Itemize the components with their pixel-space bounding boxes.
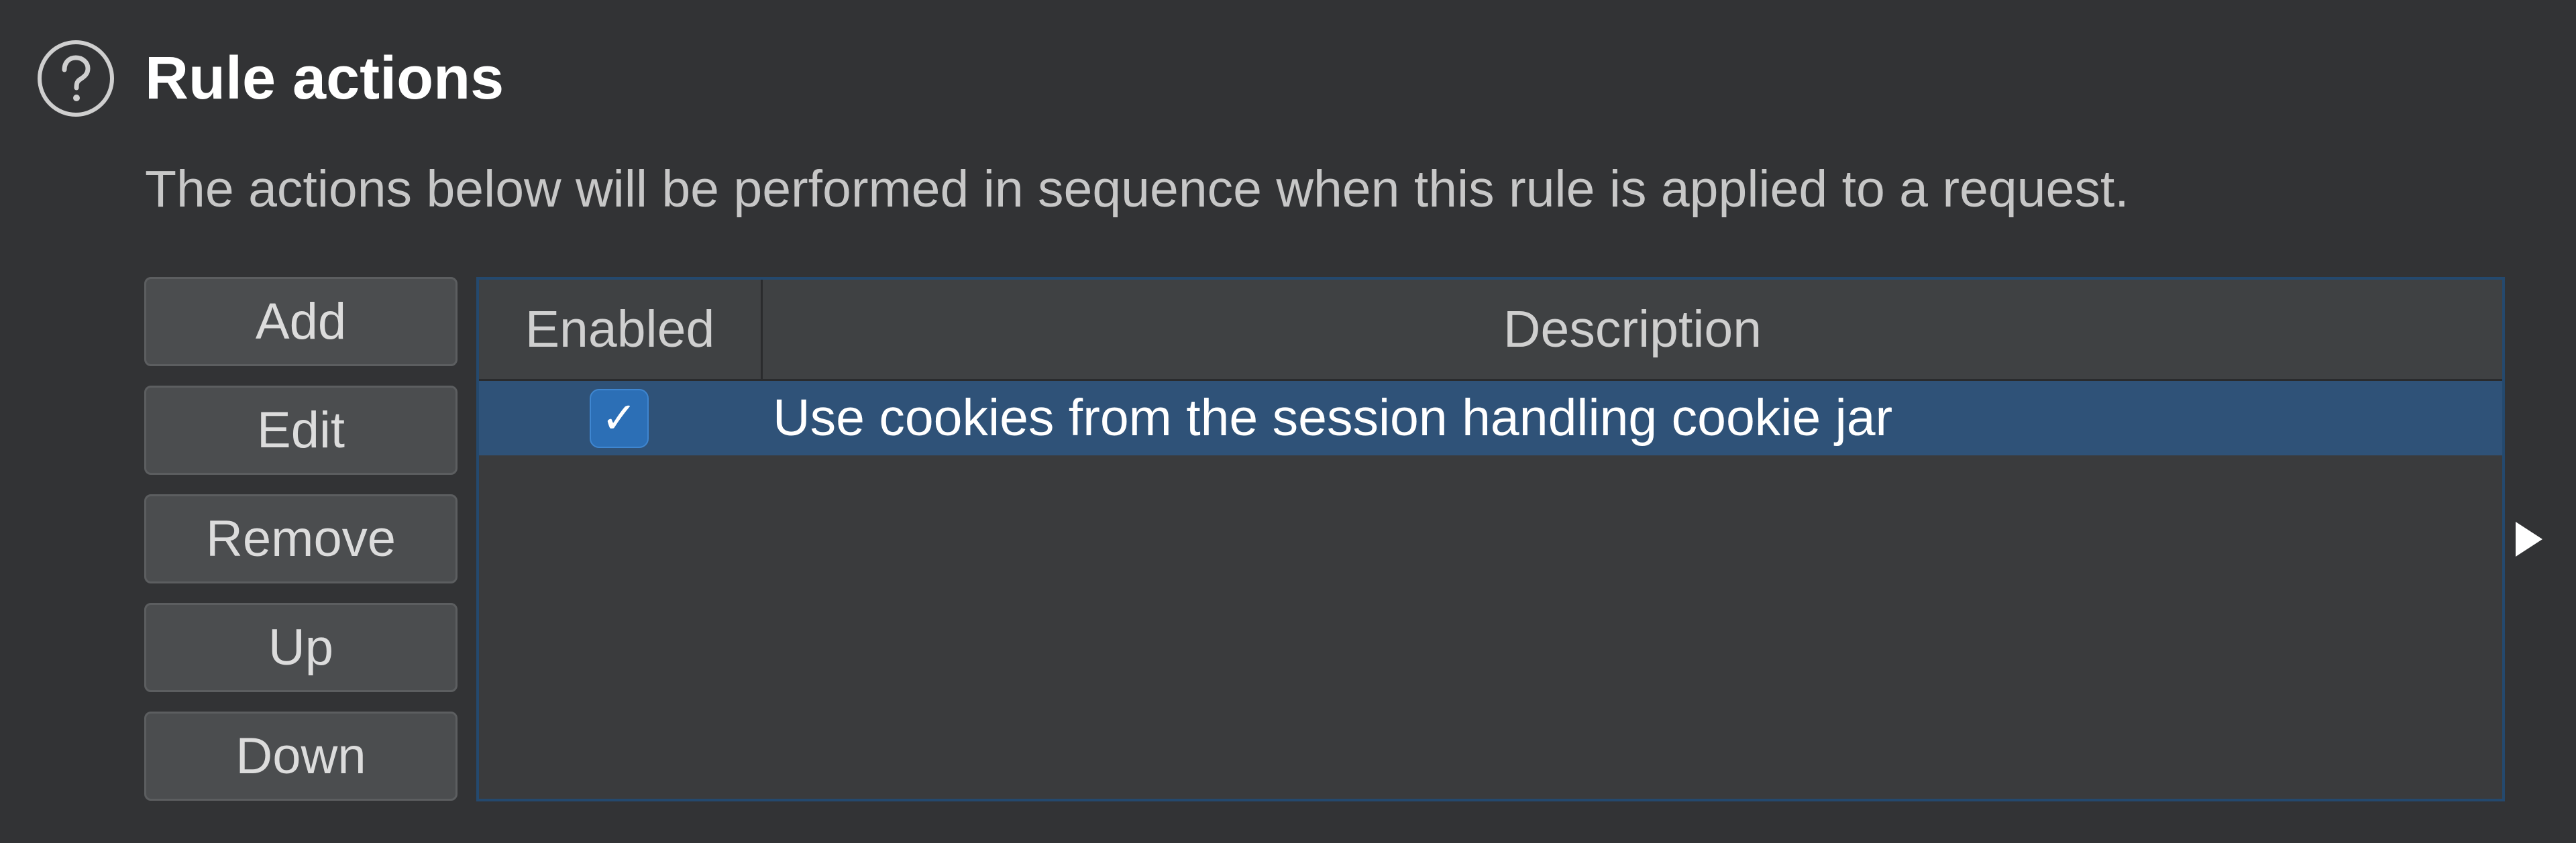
table-header: Enabled Description [479,280,2502,381]
triangle-right-icon[interactable] [2516,522,2542,557]
up-button[interactable]: Up [144,603,458,692]
table-row[interactable]: ✓ Use cookies from the session handling … [479,381,2502,455]
section-title: Rule actions [145,45,504,112]
edit-button[interactable]: Edit [144,386,458,475]
row-description: Use cookies from the session handling co… [773,389,1893,447]
column-header-enabled[interactable]: Enabled [479,280,763,379]
rule-actions-panel: Rule actions The actions below will be p… [0,0,2576,843]
help-icon[interactable] [36,39,115,118]
actions-table[interactable]: Enabled Description ✓ Use cookies from t… [476,277,2505,801]
enabled-checkbox[interactable]: ✓ [590,389,649,448]
down-button[interactable]: Down [144,712,458,801]
add-button[interactable]: Add [144,277,458,366]
remove-button[interactable]: Remove [144,494,458,583]
column-header-description[interactable]: Description [763,280,2502,379]
section-description: The actions below will be performed in s… [145,160,2129,218]
